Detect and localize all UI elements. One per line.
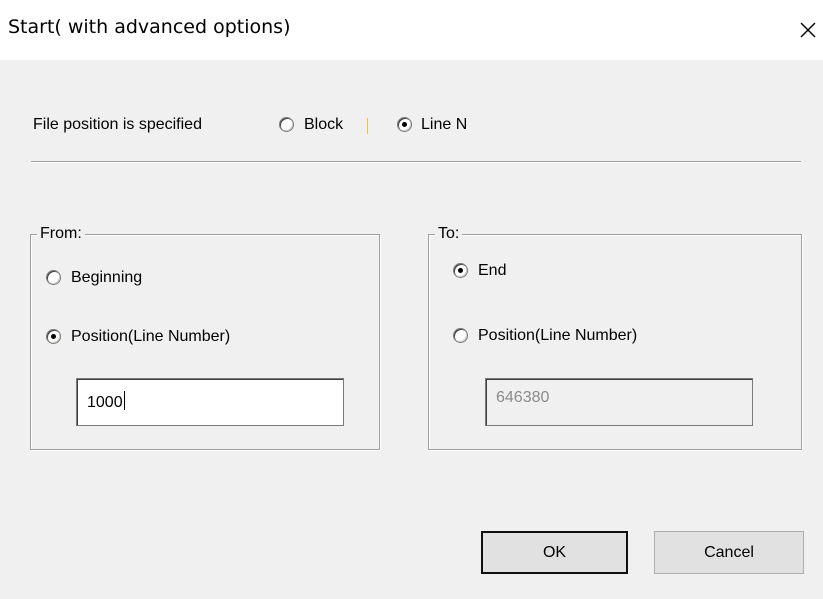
radio-to-end[interactable] [453,263,468,278]
radio-from-position-label[interactable]: Position(Line Number) [71,328,230,346]
radio-block[interactable] [279,117,294,132]
radio-from-position[interactable] [46,329,61,344]
to-position-value: 646380 [496,389,550,406]
close-icon [800,22,816,38]
radio-line-n[interactable] [397,117,412,132]
from-legend: From: [37,225,85,243]
radio-to-position-label[interactable]: Position(Line Number) [478,327,637,345]
dialog-body: File position is specified Block Line N … [0,60,823,599]
radio-from-beginning-label[interactable]: Beginning [71,269,142,287]
from-position-input[interactable]: 1000 [76,378,344,426]
file-position-label: File position is specified [33,116,202,133]
window-title: Start( with advanced options) [8,16,291,38]
focus-divider [367,118,368,134]
title-bar: Start( with advanced options) [0,0,823,60]
to-legend: To: [435,225,463,243]
radio-line-n-label[interactable]: Line N [421,116,467,134]
cancel-button[interactable]: Cancel [654,531,804,574]
radio-to-position[interactable] [453,328,468,343]
from-position-value: 1000 [87,394,123,411]
separator [31,161,801,163]
radio-to-end-label[interactable]: End [478,262,506,280]
close-button[interactable] [793,12,823,48]
radio-from-beginning[interactable] [46,270,61,285]
radio-block-label[interactable]: Block [304,116,343,134]
to-position-input: 646380 [485,378,753,426]
ok-button[interactable]: OK [481,531,628,574]
text-caret [123,391,125,410]
